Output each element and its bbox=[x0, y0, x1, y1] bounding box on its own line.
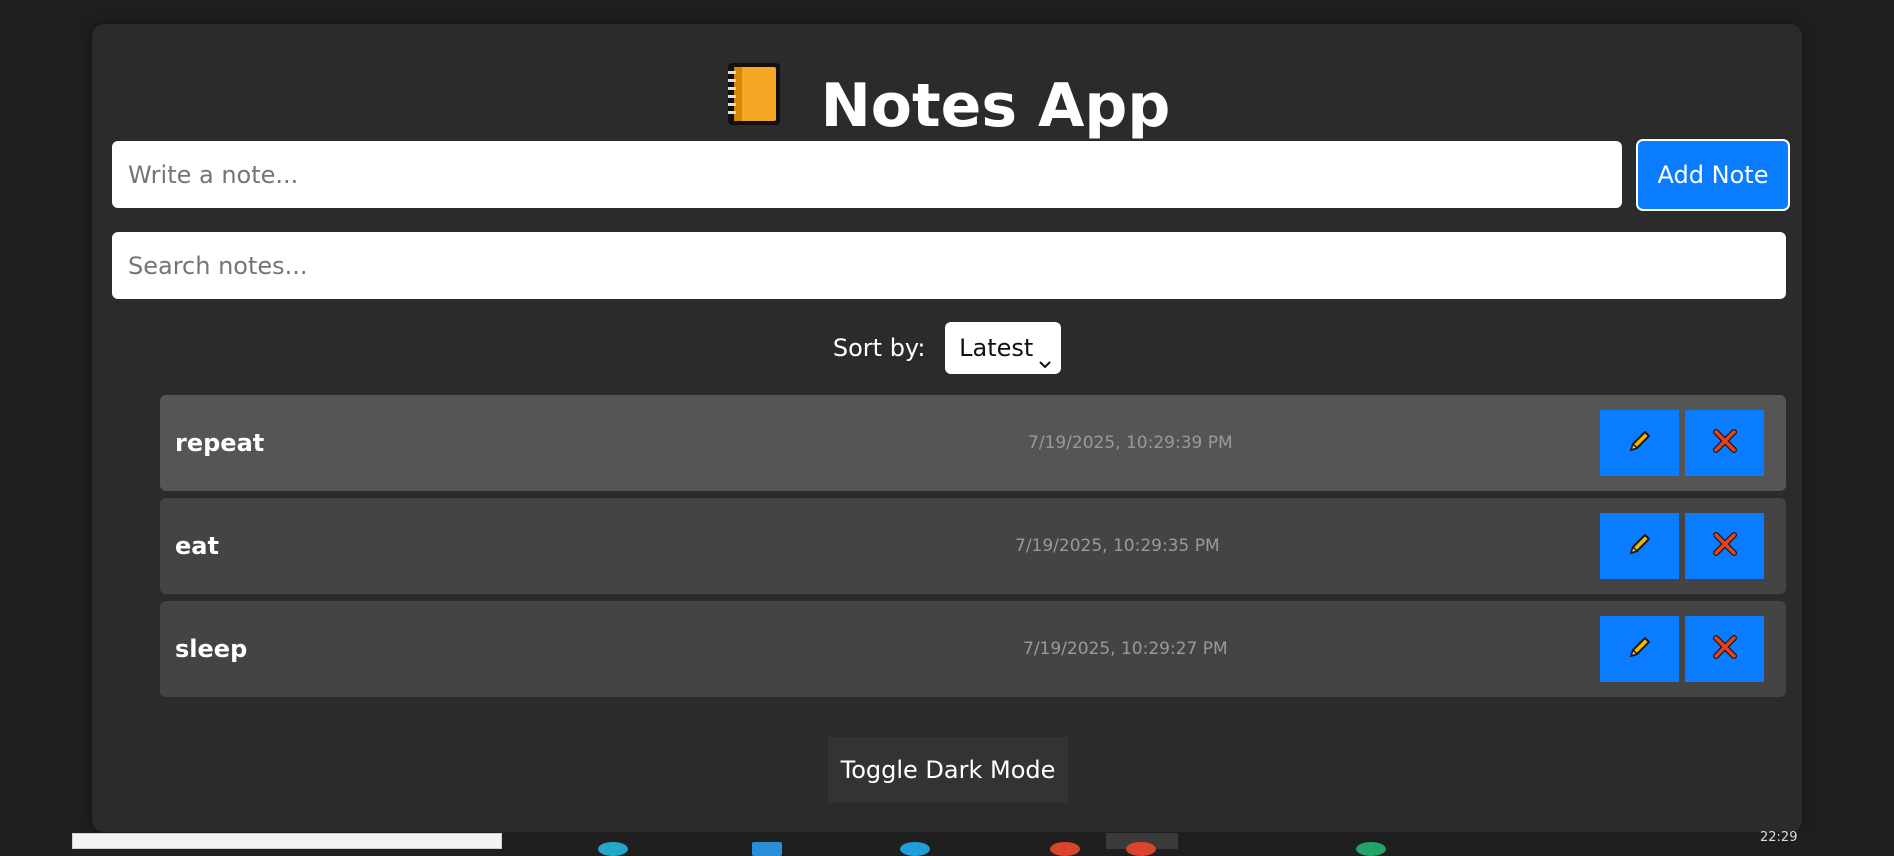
edit-note-button[interactable] bbox=[1600, 410, 1679, 476]
sort-select[interactable]: Latest bbox=[945, 322, 1062, 374]
sort-select-value: Latest bbox=[959, 334, 1034, 362]
close-icon bbox=[1711, 633, 1739, 665]
delete-note-button[interactable] bbox=[1685, 616, 1764, 682]
taskbar-app-icon[interactable] bbox=[1356, 842, 1386, 856]
taskbar-app-icon[interactable] bbox=[752, 842, 782, 856]
taskbar-app-icon[interactable] bbox=[1126, 842, 1156, 856]
note-timestamp: 7/19/2025, 10:29:39 PM bbox=[1028, 433, 1233, 453]
notebook-icon bbox=[724, 61, 782, 152]
close-icon bbox=[1711, 427, 1739, 459]
toggle-dark-mode-button[interactable]: Toggle Dark Mode bbox=[828, 737, 1068, 803]
note-input[interactable] bbox=[112, 141, 1622, 208]
taskbar-app-icon[interactable] bbox=[598, 842, 628, 856]
note-text: eat bbox=[175, 532, 219, 560]
pencil-icon bbox=[1625, 529, 1655, 563]
search-input[interactable] bbox=[112, 232, 1786, 299]
taskbar-app-icon[interactable] bbox=[1050, 842, 1080, 856]
pencil-icon bbox=[1625, 426, 1655, 460]
app-title: Notes App bbox=[820, 71, 1171, 142]
close-icon bbox=[1711, 530, 1739, 562]
note-timestamp: 7/19/2025, 10:29:27 PM bbox=[1023, 639, 1228, 659]
taskbar-search-box[interactable] bbox=[72, 833, 502, 849]
edit-note-button[interactable] bbox=[1600, 616, 1679, 682]
chevron-down-icon bbox=[1037, 338, 1053, 390]
pencil-icon bbox=[1625, 632, 1655, 666]
notes-list: repeat 7/19/2025, 10:29:39 PM eat 7/19/2… bbox=[160, 395, 1786, 704]
note-item: sleep 7/19/2025, 10:29:27 PM bbox=[160, 601, 1786, 697]
add-note-button[interactable]: Add Note bbox=[1636, 139, 1790, 211]
taskbar-clock: 22:29 bbox=[1760, 830, 1798, 845]
edit-note-button[interactable] bbox=[1600, 513, 1679, 579]
delete-note-button[interactable] bbox=[1685, 513, 1764, 579]
note-timestamp: 7/19/2025, 10:29:35 PM bbox=[1015, 536, 1220, 556]
note-text: repeat bbox=[175, 429, 265, 457]
taskbar: 22:29 bbox=[0, 830, 1894, 856]
sort-label: Sort by: bbox=[832, 334, 926, 362]
note-item: eat 7/19/2025, 10:29:35 PM bbox=[160, 498, 1786, 594]
page-title: Notes App bbox=[92, 58, 1802, 148]
note-text: sleep bbox=[175, 635, 248, 663]
taskbar-app-icon[interactable] bbox=[900, 842, 930, 856]
notes-app-container: Notes App Add Note Sort by: Latest repea… bbox=[92, 24, 1802, 832]
note-item: repeat 7/19/2025, 10:29:39 PM bbox=[160, 395, 1786, 491]
delete-note-button[interactable] bbox=[1685, 410, 1764, 476]
sort-row: Sort by: Latest bbox=[92, 322, 1802, 374]
